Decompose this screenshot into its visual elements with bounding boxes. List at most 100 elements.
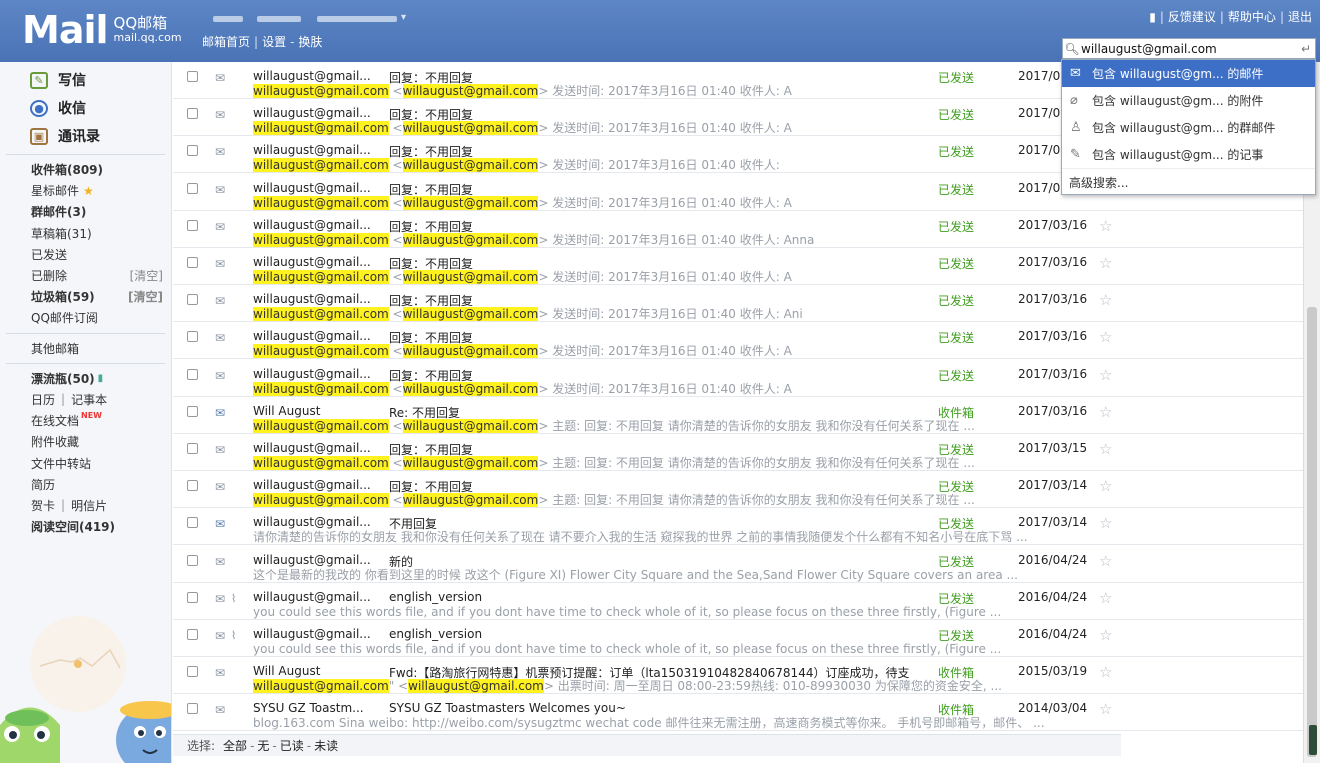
- sidebar-item-tool[interactable]: 文件中转站: [0, 452, 171, 473]
- sidebar-item-folder[interactable]: 已发送: [0, 244, 171, 265]
- account-dropdown-icon[interactable]: ▾: [401, 12, 406, 23]
- sidebar-item-label-2[interactable]: 明信片: [71, 497, 107, 514]
- mail-row[interactable]: ✉ ⌇ willaugust@gmail... english_version you …: [173, 620, 1303, 657]
- mail-checkbox[interactable]: [187, 591, 198, 603]
- mail-row[interactable]: ✉ SYSU GZ Toastm... SYSU GZ Toastmasters W…: [173, 694, 1303, 732]
- mail-checkbox[interactable]: [187, 294, 198, 306]
- sidebar-item-tool[interactable]: 漂流瓶(50) ▮: [0, 368, 171, 389]
- mail-row[interactable]: ✉ willaugust@gmail... 新的 这个是最新的我改的 你看到这里的时候…: [173, 546, 1303, 583]
- mail-checkbox[interactable]: [187, 257, 198, 268]
- star-icon[interactable]: ☆: [1099, 403, 1112, 421]
- select-unread[interactable]: 未读: [314, 737, 338, 754]
- receive-button[interactable]: ● 收信: [0, 94, 171, 122]
- mail-checkbox[interactable]: [187, 145, 198, 157]
- search-input[interactable]: [1081, 41, 1297, 56]
- star-icon[interactable]: ☆: [1099, 366, 1112, 384]
- feedback-link[interactable]: 反馈建议: [1168, 10, 1216, 24]
- nav-mail-home[interactable]: 邮箱首页: [202, 35, 250, 49]
- mail-checkbox[interactable]: [187, 517, 198, 529]
- sidebar-item-folder[interactable]: 垃圾箱(59) [清空]: [0, 286, 171, 307]
- suggest-attachment[interactable]: ⌀ 包含 willaugust@gm... 的附件: [1062, 87, 1315, 114]
- sidebar-item-label-2[interactable]: 记事本: [71, 391, 107, 408]
- star-icon[interactable]: ☆: [1099, 663, 1112, 681]
- account-name-blurred[interactable]: ▾: [205, 12, 415, 26]
- sidebar-item-folder[interactable]: 草稿箱(31): [0, 223, 171, 244]
- mail-checkbox[interactable]: [187, 331, 198, 343]
- mail-row[interactable]: ✉ willaugust@gmail... 回复：不用回复 willaugust@gm…: [173, 248, 1303, 285]
- suggest-mail[interactable]: ✉ 包含 willaugust@gm... 的邮件: [1062, 60, 1315, 87]
- nav-change-skin[interactable]: 换肤: [298, 35, 322, 49]
- sidebar-item-folder[interactable]: 收件箱(809): [0, 159, 171, 180]
- mail-checkbox[interactable]: [187, 108, 198, 120]
- sidebar-item-tool[interactable]: 简历: [0, 474, 171, 495]
- mail-row[interactable]: ✉ willaugust@gmail... 回复：不用回复 willaugust@gm…: [173, 322, 1303, 360]
- sidebar-item-tool[interactable]: 在线文档 NEW: [0, 410, 171, 431]
- mail-checkbox[interactable]: [187, 368, 198, 380]
- contacts-button[interactable]: ▣ 通讯录: [0, 122, 171, 150]
- mail-checkbox[interactable]: [187, 480, 198, 492]
- select-all[interactable]: 全部: [223, 737, 247, 754]
- scrollbar-thumb[interactable]: [1307, 307, 1317, 757]
- mail-checkbox[interactable]: [187, 703, 198, 715]
- phone-icon[interactable]: ▮: [1149, 10, 1156, 24]
- clear-folder-link[interactable]: [清空]: [128, 288, 163, 305]
- mail-checkbox[interactable]: [187, 405, 198, 417]
- star-icon[interactable]: ☆: [1099, 328, 1112, 346]
- suggest-notes[interactable]: ✎ 包含 willaugust@gm... 的记事: [1062, 141, 1315, 168]
- select-none[interactable]: 无: [257, 737, 269, 754]
- star-icon[interactable]: ☆: [1099, 217, 1112, 235]
- sidebar-item-tool[interactable]: 阅读空间(419): [0, 516, 171, 537]
- mail-checkbox[interactable]: [187, 219, 198, 231]
- sidebar-item-folder[interactable]: 群邮件(3): [0, 201, 171, 222]
- mail-row[interactable]: ✉ ⌇ willaugust@gmail... english_version you …: [173, 583, 1303, 620]
- mail-sender: Will August: [253, 664, 321, 679]
- star-icon[interactable]: ☆: [1099, 254, 1112, 272]
- mail-row[interactable]: ✉ willaugust@gmail... 回复：不用回复 willaugust@gm…: [173, 285, 1303, 323]
- star-icon[interactable]: ☆: [1099, 291, 1112, 309]
- mail-row[interactable]: ✉ willaugust@gmail... 回复：不用回复 willaugust@gm…: [173, 434, 1303, 471]
- help-center-link[interactable]: 帮助中心: [1228, 10, 1276, 24]
- sidebar-item-folder[interactable]: 星标邮件 ★: [0, 180, 171, 201]
- mail-checkbox[interactable]: [187, 666, 198, 678]
- sidebar-item-tool[interactable]: 贺卡 | 明信片: [0, 495, 171, 516]
- mail-checkbox[interactable]: [187, 443, 198, 454]
- mail-sender: willaugust@gmail...: [253, 106, 371, 121]
- suggest-group-mail[interactable]: ♙ 包含 willaugust@gm... 的群邮件: [1062, 114, 1315, 141]
- mail-row[interactable]: ✉ willaugust@gmail... 回复：不用回复 willaugust@gm…: [173, 211, 1303, 248]
- sidebar-item-folder[interactable]: QQ邮件订阅: [0, 307, 171, 328]
- mail-checkbox[interactable]: [187, 629, 198, 640]
- star-icon[interactable]: ☆: [1099, 440, 1112, 458]
- select-read[interactable]: 已读: [280, 737, 304, 754]
- enter-icon[interactable]: ↵: [1297, 42, 1315, 56]
- sidebar-item-tool[interactable]: 日历 | 记事本: [0, 389, 171, 410]
- sidebar-item-other-mailbox[interactable]: 其他邮箱: [0, 338, 171, 359]
- star-icon[interactable]: ☆: [1099, 589, 1112, 607]
- star-icon[interactable]: ☆: [1099, 514, 1112, 532]
- star-icon[interactable]: ☆: [1099, 552, 1112, 570]
- sidebar-item-tool[interactable]: 附件收藏: [0, 431, 171, 452]
- mail-row[interactable]: ✉ willaugust@gmail... 不用回复 请你清楚的告诉你的女朋友 我和你…: [173, 508, 1303, 546]
- highlight-match: willaugust@gmail.com: [253, 679, 389, 694]
- advanced-search-link[interactable]: 高级搜索...: [1062, 168, 1315, 195]
- highlight-match: willaugust@gmail.com: [402, 456, 539, 470]
- mail-row[interactable]: ✉ Will August Fwd:【路淘旅行网特惠】机票预订提醒：订单（lta15…: [173, 657, 1303, 695]
- mail-checkbox[interactable]: [187, 182, 198, 194]
- star-icon[interactable]: ☆: [1099, 700, 1112, 718]
- mail-row[interactable]: ✉ Will August Re: 不用回复 willaugust@gmail.com…: [173, 397, 1303, 434]
- star-icon[interactable]: ☆: [1099, 477, 1112, 495]
- compose-button[interactable]: ✎ 写信: [0, 66, 171, 94]
- highlight-match: willaugust@gmail.com: [402, 84, 539, 98]
- mail-checkbox[interactable]: [187, 71, 198, 82]
- mail-row[interactable]: ✉ willaugust@gmail... 回复：不用回复 willaugust@gm…: [173, 360, 1303, 397]
- mail-row[interactable]: ✉ willaugust@gmail... 回复：不用回复 willaugust@gm…: [173, 471, 1303, 509]
- clear-folder-link[interactable]: [清空]: [130, 267, 163, 284]
- sidebar-item-folder[interactable]: 已删除 [清空]: [0, 265, 171, 286]
- suggest-mail-label: 包含 willaugust@gm... 的邮件: [1092, 67, 1264, 81]
- envelope-icon: ✉: [215, 443, 226, 457]
- logout-link[interactable]: 退出: [1288, 10, 1312, 24]
- contacts-label: 通讯录: [58, 129, 100, 145]
- mail-checkbox[interactable]: [187, 554, 198, 566]
- star-icon[interactable]: ☆: [1099, 626, 1112, 644]
- nav-settings[interactable]: 设置: [262, 35, 286, 49]
- qq-mail-logo[interactable]: Mail QQ邮箱 mail.qq.com: [22, 6, 182, 54]
